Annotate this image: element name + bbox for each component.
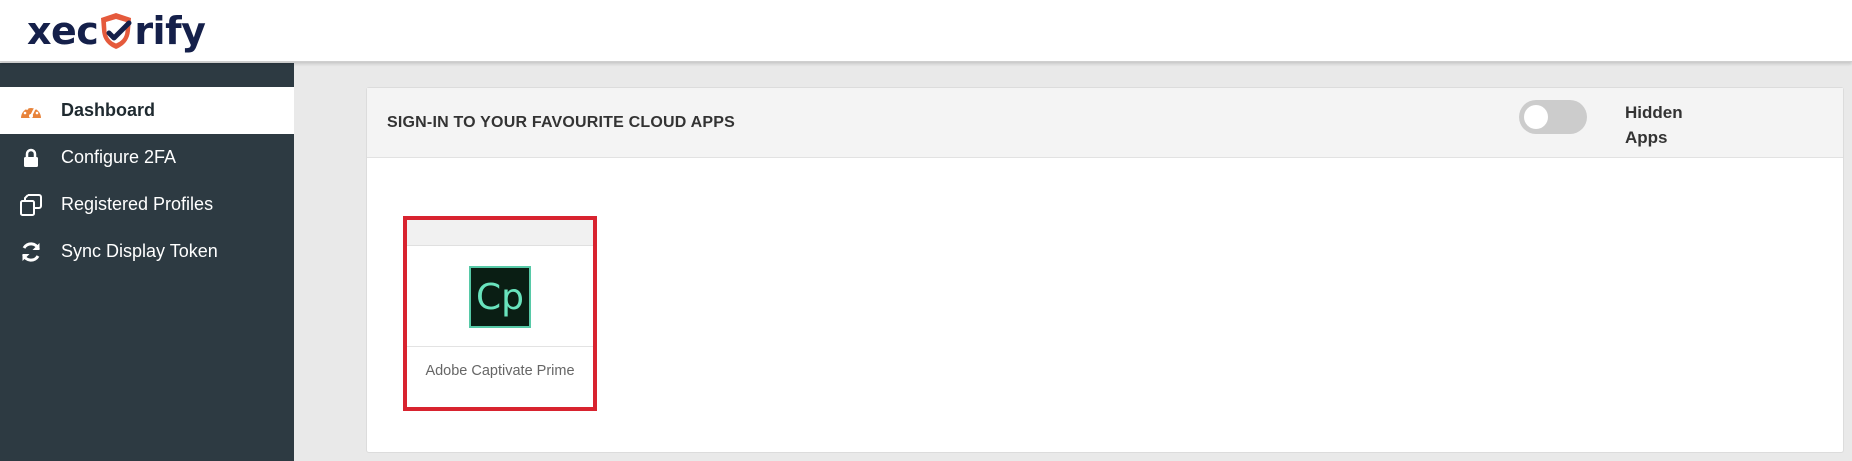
app-tile-adobe-captivate-prime[interactable]: Cp Adobe Captivate Prime: [403, 216, 597, 411]
sidebar: Dashboard Configure 2FA Registered Profi…: [0, 63, 294, 461]
gauge-icon: [18, 98, 44, 124]
adobe-captivate-icon: Cp: [469, 266, 531, 328]
card-header: SIGN-IN TO YOUR FAVOURITE CLOUD APPS Hid…: [367, 88, 1843, 158]
cloud-apps-card: SIGN-IN TO YOUR FAVOURITE CLOUD APPS Hid…: [366, 87, 1844, 453]
sidebar-item-label: Dashboard: [61, 100, 156, 120]
tile-header: [407, 220, 593, 246]
app-icon-text: Cp: [476, 276, 524, 318]
shield-logo-icon: [99, 11, 133, 51]
sync-icon: [18, 239, 44, 265]
sidebar-item-label: Configure 2FA: [61, 147, 177, 167]
sidebar-nav: Dashboard Configure 2FA Registered Profi…: [0, 63, 294, 275]
xecurify-logo[interactable]: xec rify: [27, 6, 206, 56]
sidebar-item-dashboard[interactable]: Dashboard: [0, 87, 294, 134]
copy-icon: [18, 192, 44, 218]
card-title: SIGN-IN TO YOUR FAVOURITE CLOUD APPS: [387, 114, 735, 131]
hidden-apps-label: Hidden Apps: [1625, 103, 1683, 147]
lock-icon: [18, 145, 44, 171]
top-bar: xec rify: [0, 0, 1852, 62]
sidebar-item-label: Registered Profiles: [61, 194, 214, 214]
main-content: SIGN-IN TO YOUR FAVOURITE CLOUD APPS Hid…: [294, 63, 1852, 461]
tile-divider: [407, 346, 593, 347]
sidebar-item-configure-2fa[interactable]: Configure 2FA: [0, 134, 294, 181]
hidden-apps-toggle[interactable]: [1519, 100, 1587, 134]
logo-text-right: rify: [134, 9, 206, 53]
sidebar-item-sync-display-token[interactable]: Sync Display Token: [0, 228, 294, 275]
sidebar-item-registered-profiles[interactable]: Registered Profiles: [0, 181, 294, 228]
sidebar-item-label: Sync Display Token: [61, 241, 218, 261]
logo-text-left: xec: [27, 9, 99, 53]
toggle-knob: [1524, 105, 1548, 129]
app-name: Adobe Captivate Prime: [425, 363, 575, 379]
